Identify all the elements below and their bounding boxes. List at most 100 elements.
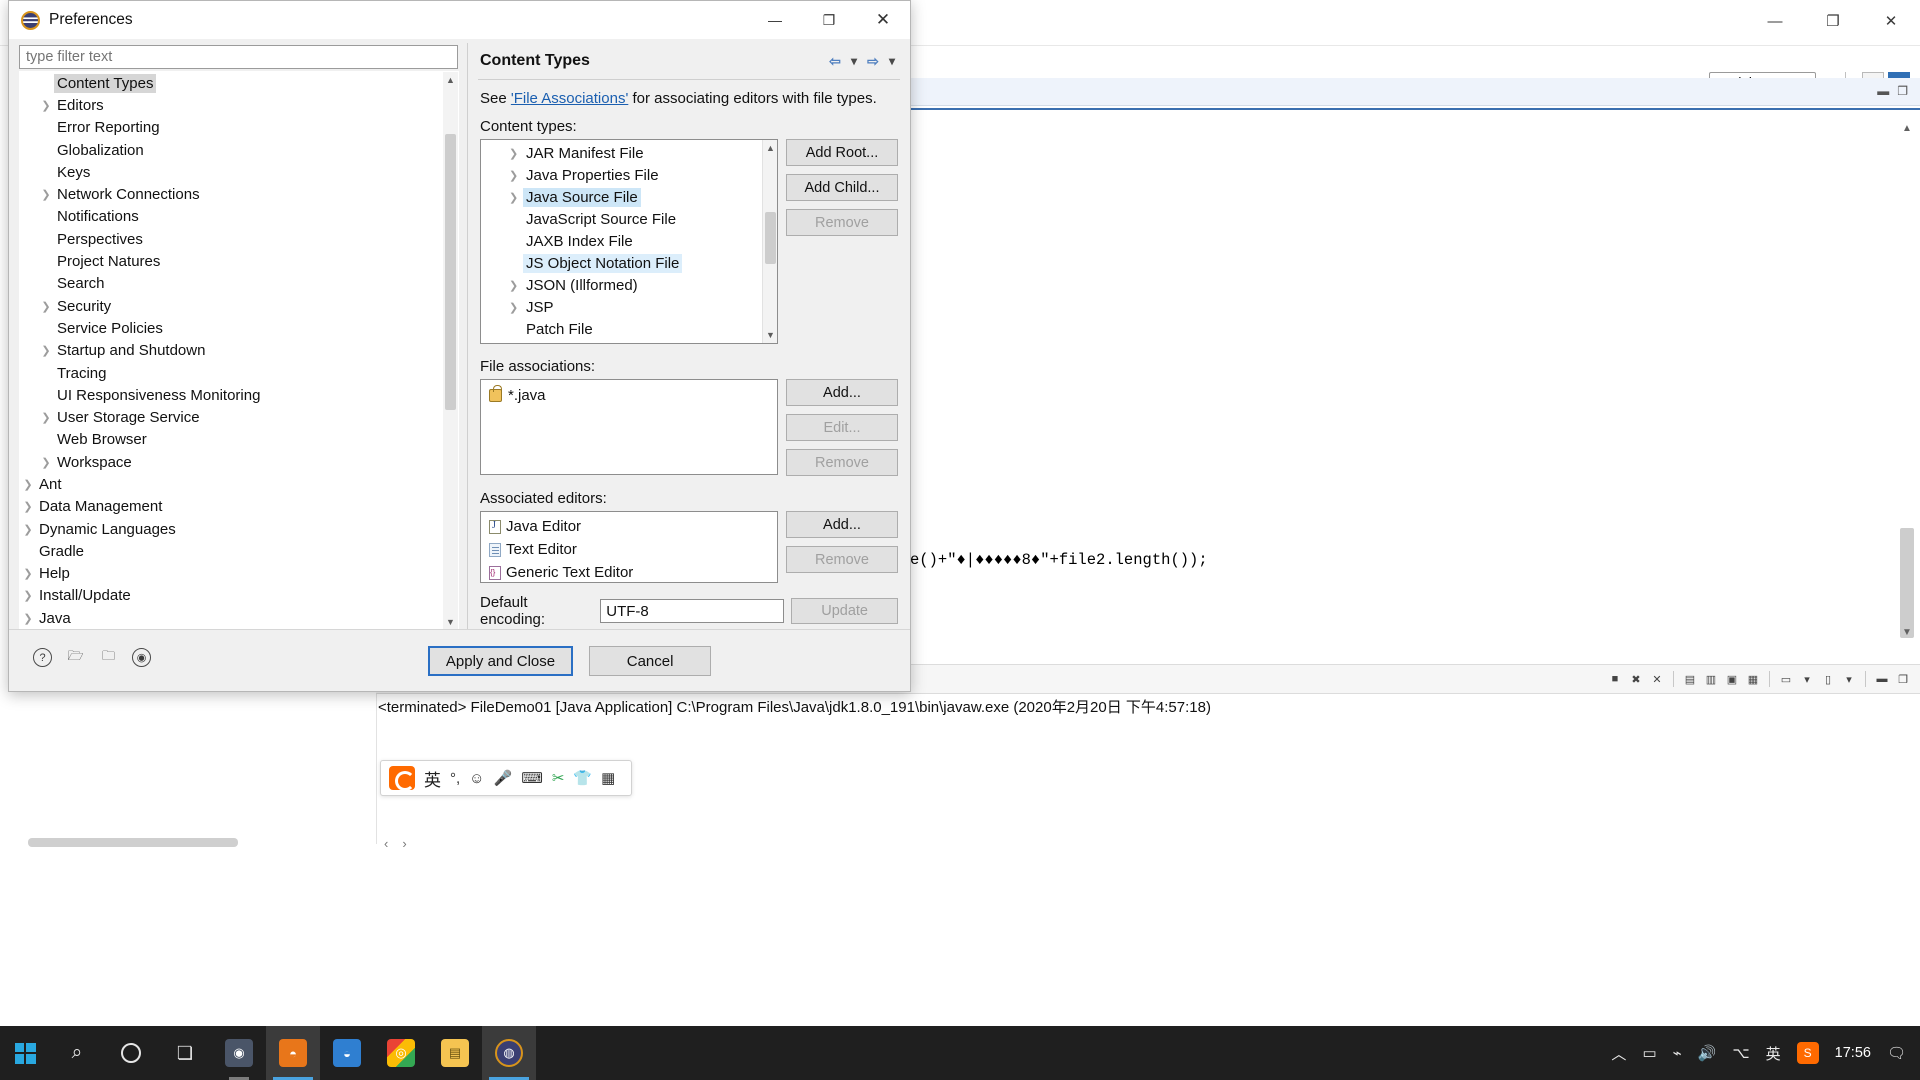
content-type-row[interactable]: JS Object Notation File [481,252,762,274]
associated-editors-list[interactable]: Java EditorText EditorGeneric Text Edito… [480,511,778,583]
chevron-right-icon[interactable]: ❯ [38,344,54,357]
preferences-tree[interactable]: Content Types❯EditorsError ReportingGlob… [20,72,444,630]
ct-scroll-down-icon[interactable]: ▼ [763,327,778,343]
chevron-right-icon[interactable]: ❯ [20,478,36,491]
tree-item-editors[interactable]: ❯Editors [20,94,444,116]
new-console-view-icon[interactable]: ▯ [1819,670,1837,688]
tree-item-help[interactable]: ❯Help [20,563,444,585]
content-type-row[interactable]: JavaScript Source File [481,208,762,230]
chevron-right-icon[interactable]: ❯ [509,147,518,160]
tree-item-install-update[interactable]: ❯Install/Update [20,585,444,607]
taskbar-chrome[interactable]: ◎ [374,1026,428,1080]
ime-menu-icon[interactable]: ▦ [601,769,615,787]
forward-arrow-icon[interactable]: ⇨ [865,53,881,69]
tree-item-dynamic-languages[interactable]: ❯Dynamic Languages [20,518,444,540]
console-next-icon[interactable]: › [402,836,406,851]
tree-scroll-down-icon[interactable]: ▼ [443,614,458,630]
tree-scrollbar-thumb[interactable] [445,134,456,410]
cortana-button[interactable] [104,1026,158,1080]
content-types-scrollbar[interactable]: ▲ ▼ [762,140,777,343]
forward-dropdown-icon[interactable]: ▾ [884,53,900,69]
chevron-right-icon[interactable]: ❯ [38,99,54,112]
remove-button[interactable]: Remove [786,449,898,476]
chevron-right-icon[interactable]: ❯ [20,567,36,580]
word-wrap-icon[interactable]: ▥ [1702,670,1720,688]
start-button[interactable] [0,1026,50,1080]
battery-icon[interactable]: ▭ [1642,1044,1656,1062]
content-type-row[interactable]: ❯JAR Manifest File [481,142,762,164]
dialog-minimize-button[interactable]: — [748,1,802,39]
tree-item-ant[interactable]: ❯Ant [20,473,444,495]
tree-item-globalization[interactable]: Globalization [20,139,444,161]
back-dropdown-icon[interactable]: ▾ [846,53,862,69]
tree-item-ui-responsiveness-monitoring[interactable]: UI Responsiveness Monitoring [20,384,444,406]
tree-item-project-natures[interactable]: Project Natures [20,250,444,272]
tree-item-search[interactable]: Search [20,273,444,295]
associated-editor-row[interactable]: Generic Text Editor [481,561,777,583]
sogou-logo-icon[interactable] [389,766,415,790]
add-child-button[interactable]: Add Child... [786,174,898,201]
remove-button[interactable]: Remove [786,209,898,236]
file-associations-list[interactable]: *.java [480,379,778,475]
chevron-right-icon[interactable]: ❯ [509,169,518,182]
ime-keyboard-icon[interactable]: ⌨ [521,769,543,787]
taskbar-explorer[interactable]: ▤ [428,1026,482,1080]
remove-button[interactable]: Remove [786,546,898,573]
ct-scroll-up-icon[interactable]: ▲ [763,140,778,156]
tree-item-security[interactable]: ❯Security [20,295,444,317]
chevron-right-icon[interactable]: ❯ [38,456,54,469]
ime-toolbox-icon[interactable]: ✂ [552,769,565,787]
file-associations-link[interactable]: 'File Associations' [511,90,628,107]
apply-and-close-button[interactable]: Apply and Close [428,646,573,676]
terminate-icon[interactable]: ■ [1606,670,1624,688]
edit-button[interactable]: Edit... [786,414,898,441]
tree-item-notifications[interactable]: Notifications [20,206,444,228]
associated-editor-row[interactable]: Java Editor [481,515,777,538]
ime-voice-icon[interactable]: 🎤 [494,769,513,787]
chevron-right-icon[interactable]: ❯ [509,301,518,314]
tree-scroll-up-icon[interactable]: ▲ [443,72,458,88]
content-type-row[interactable]: ❯JSON (Illformed) [481,274,762,296]
tree-item-data-management[interactable]: ❯Data Management [20,496,444,518]
content-type-row[interactable]: ❯Java Properties File [481,164,762,186]
eclipse-minimize-button[interactable]: — [1746,0,1804,42]
view-maximize-icon[interactable]: ❐ [1897,84,1908,98]
open-console-dropdown-icon[interactable]: ▾ [1798,670,1816,688]
chevron-right-icon[interactable]: ❯ [20,500,36,513]
eclipse-close-button[interactable]: ✕ [1862,0,1920,42]
update-encoding-button[interactable]: Update [791,598,898,624]
console-minimize-icon[interactable]: ▬ [1873,670,1891,688]
chevron-right-icon[interactable]: ❯ [38,188,54,201]
content-type-row[interactable]: ❯JSP [481,296,762,318]
display-console-icon[interactable]: ▦ [1744,670,1762,688]
ime-punctuation-icon[interactable]: °, [450,770,460,787]
tree-scrollbar[interactable]: ▲ ▼ [443,72,458,630]
ime-language-toggle[interactable]: 英 [424,766,441,791]
add-button[interactable]: Add... [786,379,898,406]
volume-icon[interactable]: 🔊 [1698,1044,1717,1062]
show-hidden-icons-icon[interactable]: ︿ [1611,1043,1626,1064]
add-button[interactable]: Add... [786,511,898,538]
content-types-list[interactable]: ❯JAR Manifest File❯Java Properties File❯… [480,139,778,344]
tree-item-error-reporting[interactable]: Error Reporting [20,117,444,139]
ime-skin-icon[interactable]: 👕 [573,769,592,787]
bluetooth-icon[interactable]: ⌥ [1732,1044,1749,1062]
remove-all-icon[interactable]: ✕ [1648,670,1666,688]
chevron-right-icon[interactable]: ❯ [38,300,54,313]
chevron-right-icon[interactable]: ❯ [509,279,518,292]
content-type-row[interactable]: Patch File [481,318,762,340]
taskbar-clock[interactable]: 17:56 [1835,1045,1871,1062]
sogou-tray-icon[interactable]: S [1797,1042,1819,1064]
associated-editor-row[interactable]: Text Editor [481,538,777,561]
eclipse-maximize-button[interactable]: ❐ [1804,0,1862,42]
editor-scrollbar-thumb[interactable] [1900,528,1914,638]
tree-item-workspace[interactable]: ❯Workspace [20,451,444,473]
ct-scrollbar-thumb[interactable] [765,212,776,264]
chevron-right-icon[interactable]: ❯ [38,411,54,424]
file-association-row[interactable]: *.java [481,384,777,406]
tree-item-gradle[interactable]: Gradle [20,540,444,562]
tree-item-content-types[interactable]: Content Types [20,72,444,94]
chevron-right-icon[interactable]: ❯ [20,612,36,625]
tree-item-perspectives[interactable]: Perspectives [20,228,444,250]
network-icon[interactable]: ⌁ [1673,1044,1682,1062]
